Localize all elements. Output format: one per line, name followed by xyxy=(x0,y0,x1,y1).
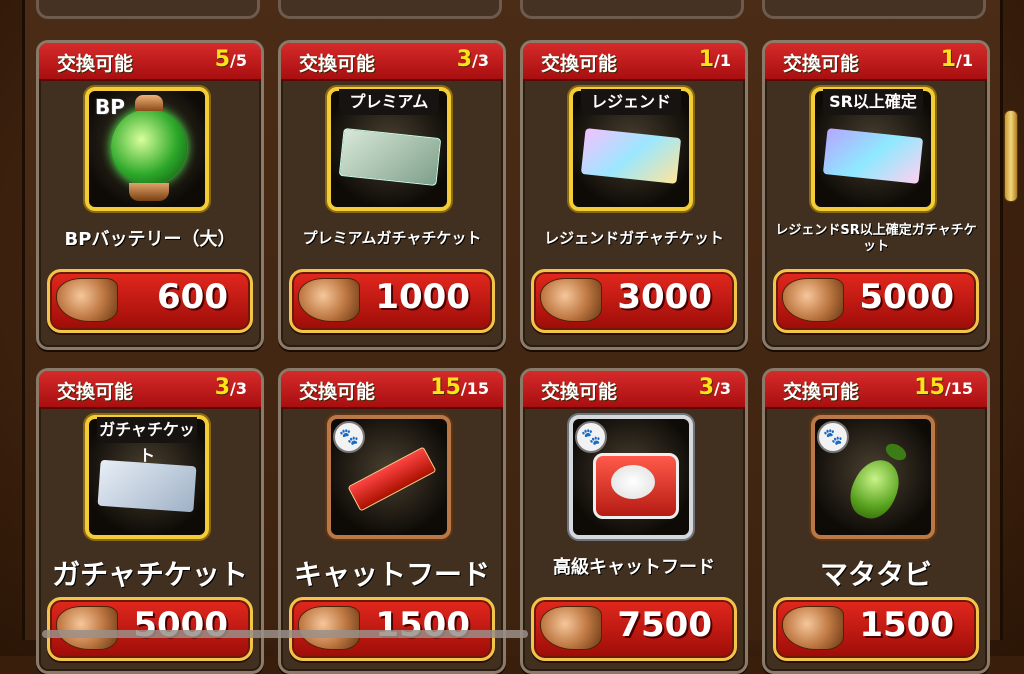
boot-currency-icon xyxy=(540,278,602,322)
shop-item-card-matatabi[interactable]: 交換可能 15/15 🐾 マタタビ 1500 xyxy=(762,368,990,674)
exchange-price-button[interactable]: 7500 xyxy=(531,597,737,661)
card-header: 交換可能 5/5 xyxy=(39,43,261,81)
item-name: 高級キャットフード xyxy=(553,557,715,578)
exchange-label: 交換可能 xyxy=(541,381,618,403)
exchange-label: 交換可能 xyxy=(541,53,618,75)
item-name: マタタビ xyxy=(819,558,932,591)
boot-currency-icon xyxy=(298,606,360,650)
shop-item-card-legend-ticket[interactable]: 交換可能 1/1 レジェンド レジェンドガチャチケット 3000 xyxy=(520,40,748,350)
exchange-price-button[interactable]: 3000 xyxy=(531,269,737,333)
card-header: 交換可能 15/15 xyxy=(281,371,503,409)
price-value: 1000 xyxy=(375,277,470,317)
card-header: 交換可能 3/3 xyxy=(39,371,261,409)
stock-count: 15/15 xyxy=(914,375,973,400)
matatabi-icon: 🐾 xyxy=(811,415,935,539)
exchange-label: 交換可能 xyxy=(783,381,860,403)
horizontal-scrollbar[interactable] xyxy=(42,630,528,638)
card-header: 交換可能 1/1 xyxy=(523,43,745,81)
item-name: キャットフード xyxy=(293,558,490,591)
exchange-price-button[interactable]: 5000 xyxy=(47,597,253,661)
previous-row-card-stub xyxy=(762,0,986,19)
price-value: 1500 xyxy=(375,605,470,645)
item-name: プレミアムガチャチケット xyxy=(302,229,482,247)
item-badge: レジェンド xyxy=(581,89,681,115)
boot-currency-icon xyxy=(56,606,118,650)
boot-currency-icon xyxy=(540,606,602,650)
card-header: 交換可能 3/3 xyxy=(523,371,745,409)
card-header: 交換可能 1/1 xyxy=(765,43,987,81)
gacha-ticket-icon: ガチャチケット xyxy=(85,415,209,539)
premium-cat-food-icon: 🐾 xyxy=(569,415,693,539)
item-name: レジェンドSR以上確定ガチャチケット xyxy=(775,223,977,254)
premium-ticket-icon: プレミアム xyxy=(327,87,451,211)
exchange-label: 交換可能 xyxy=(299,381,376,403)
stock-count: 3/3 xyxy=(214,375,247,400)
price-value: 3000 xyxy=(617,277,712,317)
shop-frame: 交換可能 5/5 BP BPバッテリー（大） 600 交換可能 3/3 プレミア… xyxy=(0,0,1024,674)
item-badge: プレミアム xyxy=(339,89,439,115)
stock-count: 3/3 xyxy=(698,375,731,400)
bp-battery-icon: BP xyxy=(85,87,209,211)
stock-count: 1/1 xyxy=(940,47,973,72)
item-name: BPバッテリー（大） xyxy=(64,229,236,250)
boot-currency-icon xyxy=(298,278,360,322)
price-value: 5000 xyxy=(133,605,228,645)
shop-item-card-sr-legend-ticket[interactable]: 交換可能 1/1 SR以上確定 レジェンドSR以上確定ガチャチケット 5000 xyxy=(762,40,990,350)
exchange-price-button[interactable]: 1500 xyxy=(773,597,979,661)
boot-currency-icon xyxy=(782,606,844,650)
item-name: レジェンドガチャチケット xyxy=(544,229,724,247)
card-header: 交換可能 15/15 xyxy=(765,371,987,409)
boot-currency-icon xyxy=(782,278,844,322)
bp-badge: BP xyxy=(95,95,125,119)
shop-item-card-gacha-ticket[interactable]: 交換可能 3/3 ガチャチケット ガチャチケット 5000 xyxy=(36,368,264,674)
previous-row-card-stub xyxy=(36,0,260,19)
exchange-label: 交換可能 xyxy=(299,53,376,75)
price-value: 5000 xyxy=(859,277,954,317)
shop-item-card-cat-food[interactable]: 交換可能 15/15 🐾 キャットフード 1500 xyxy=(278,368,506,674)
stock-count: 15/15 xyxy=(430,375,489,400)
price-value: 7500 xyxy=(617,605,712,645)
shop-item-card-bp-battery[interactable]: 交換可能 5/5 BP BPバッテリー（大） 600 xyxy=(36,40,264,350)
paw-icon: 🐾 xyxy=(817,421,849,453)
price-value: 600 xyxy=(157,277,228,317)
exchange-price-button[interactable]: 1500 xyxy=(289,597,495,661)
shop-item-card-premium-cat-food[interactable]: 交換可能 3/3 🐾 高級キャットフード 7500 xyxy=(520,368,748,674)
previous-row-card-stub xyxy=(278,0,502,19)
paw-icon: 🐾 xyxy=(575,421,607,453)
item-badge: ガチャチケット xyxy=(97,417,197,465)
exchange-label: 交換可能 xyxy=(57,53,134,75)
item-badge: SR以上確定 xyxy=(823,89,923,115)
exchange-label: 交換可能 xyxy=(57,381,134,403)
stock-count: 1/1 xyxy=(698,47,731,72)
cat-food-icon: 🐾 xyxy=(327,415,451,539)
price-value: 1500 xyxy=(859,605,954,645)
shop-item-card-premium-ticket[interactable]: 交換可能 3/3 プレミアム プレミアムガチャチケット 1000 xyxy=(278,40,506,350)
legend-ticket-icon: レジェンド xyxy=(569,87,693,211)
exchange-label: 交換可能 xyxy=(783,53,860,75)
stock-count: 5/5 xyxy=(214,47,247,72)
sr-legend-ticket-icon: SR以上確定 xyxy=(811,87,935,211)
exchange-price-button[interactable]: 600 xyxy=(47,269,253,333)
card-header: 交換可能 3/3 xyxy=(281,43,503,81)
exchange-price-button[interactable]: 5000 xyxy=(773,269,979,333)
vertical-scrollbar[interactable] xyxy=(1004,110,1018,202)
exchange-price-button[interactable]: 1000 xyxy=(289,269,495,333)
item-name: ガチャチケット xyxy=(52,558,248,591)
paw-icon: 🐾 xyxy=(333,421,365,453)
stock-count: 3/3 xyxy=(456,47,489,72)
boot-currency-icon xyxy=(56,278,118,322)
previous-row-card-stub xyxy=(520,0,744,19)
